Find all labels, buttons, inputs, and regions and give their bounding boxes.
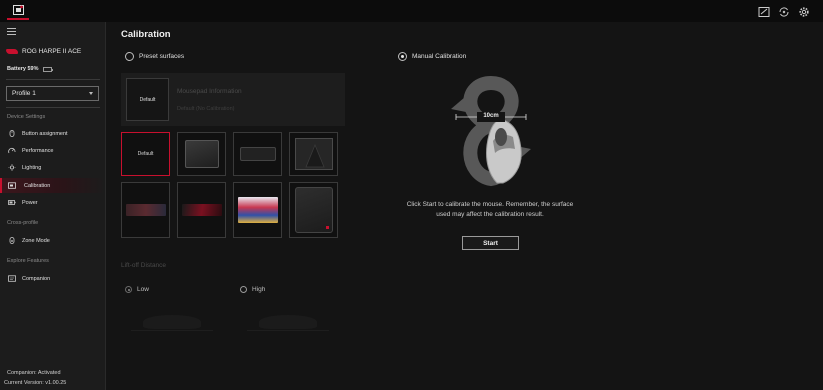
radio-circle (125, 52, 134, 61)
sidebar-item-label: Performance (22, 147, 54, 154)
sidebar: ROG HARPE II ACE Battery 59% Profile 1 D… (0, 22, 106, 390)
sidebar-item-performance[interactable]: Performance (0, 143, 105, 158)
section-device-settings: Device Settings (7, 114, 46, 120)
title-bar (0, 0, 823, 22)
settings-gear-icon[interactable] (798, 5, 810, 17)
lighting-icon (8, 164, 16, 171)
calibration-illustration: 10cm (441, 75, 541, 189)
mousepad-image (294, 138, 333, 170)
mousepad-image (294, 187, 333, 233)
mouse-icon (9, 130, 15, 137)
mousepad-image (239, 147, 276, 161)
liftoff-high-radio[interactable]: High (240, 286, 265, 293)
surface-tile-3[interactable] (233, 132, 282, 176)
battery-status: Battery 59% (7, 66, 53, 72)
liftoff-high-label: High (252, 286, 266, 293)
sidebar-item-label: Companion (22, 275, 51, 282)
mousepad-image (184, 140, 219, 168)
rog-logo-icon (6, 49, 18, 54)
battery-icon (8, 200, 16, 205)
page-title: Calibration (121, 29, 171, 40)
manual-calibration-radio[interactable]: Manual Calibration (398, 52, 466, 61)
main-content: Calibration Preset surfaces Manual Calib… (107, 22, 823, 390)
mousepad-image (125, 204, 166, 216)
liftoff-high-illustration (247, 315, 329, 331)
sidebar-item-zone-mode[interactable]: Zone Mode (0, 233, 105, 248)
sidebar-item-power[interactable]: Power (0, 195, 105, 210)
sidebar-item-lighting[interactable]: Lighting (0, 160, 105, 175)
rog-armoury-icon[interactable] (7, 2, 29, 20)
sidebar-item-label: Lighting (22, 164, 42, 171)
start-button[interactable]: Start (462, 236, 519, 250)
mousepad-information-panel: Default Mousepad Information Default (No… (121, 73, 345, 126)
surface-tile-default[interactable]: Default (121, 132, 170, 176)
preset-surfaces-radio[interactable]: Preset surfaces (125, 52, 184, 61)
device-name: ROG HARPE II ACE (22, 48, 82, 55)
zone-mode-icon (9, 237, 15, 244)
calibration-icon (8, 182, 16, 189)
version-text: Current Version: v1.00.25 (4, 380, 67, 386)
sidebar-item-label: Button assignment (22, 130, 68, 137)
surface-tile-4[interactable] (289, 132, 338, 176)
section-explore-features: Explore Features (7, 258, 49, 264)
battery-label: Battery 59% (7, 66, 39, 72)
surface-tile-5[interactable] (121, 182, 170, 238)
mousepad-thumbnail: Default (126, 78, 169, 121)
surface-tile-8[interactable] (289, 182, 338, 238)
radio-circle (125, 286, 132, 293)
battery-level-icon (42, 66, 53, 72)
liftoff-low-label: Low (137, 286, 149, 293)
surface-tile-2[interactable] (177, 132, 226, 176)
companion-status: Companion: Activated (7, 370, 61, 376)
profile-dropdown[interactable]: Profile 1 (6, 86, 99, 101)
liftoff-low-radio[interactable]: Low (125, 286, 149, 293)
sidebar-item-label: Calibration (24, 182, 51, 189)
sidebar-item-button-assignment[interactable]: Button assignment (0, 126, 105, 141)
gauge-icon (8, 147, 16, 154)
radio-circle (240, 286, 247, 293)
menu-icon[interactable] (7, 28, 16, 35)
chevron-down-icon (89, 92, 93, 95)
sidebar-item-label: Power (22, 199, 38, 206)
mousepad-image (181, 204, 222, 216)
preset-surfaces-label: Preset surfaces (139, 53, 185, 60)
sync-icon[interactable] (778, 5, 790, 17)
liftoff-distance-label: Lift-off Distance (121, 262, 167, 269)
liftoff-low-illustration (131, 315, 213, 331)
sidebar-item-calibration[interactable]: Calibration (0, 178, 105, 193)
calibration-instruction: Click Start to calibrate the mouse. Reme… (406, 201, 574, 218)
manual-calibration-label: Manual Calibration (412, 53, 467, 60)
profile-selected: Profile 1 (12, 90, 36, 97)
section-cross-profile: Cross-profile (7, 220, 39, 226)
mousepad-info-title: Mousepad Information (177, 88, 242, 95)
companion-icon (8, 275, 16, 282)
surface-tile-7[interactable] (233, 182, 282, 238)
radio-circle (398, 52, 407, 61)
photo-edit-icon[interactable] (758, 5, 770, 17)
sidebar-item-label: Zone Mode (22, 237, 50, 244)
divider (6, 107, 100, 108)
mousepad-info-subtitle: Default (No Calibration) (177, 106, 235, 112)
surface-tile-6[interactable] (177, 182, 226, 238)
device-header: ROG HARPE II ACE (6, 48, 81, 55)
divider (6, 79, 100, 80)
sidebar-item-companion[interactable]: Companion (0, 271, 105, 286)
distance-label: 10cm (483, 113, 499, 119)
mousepad-logo-icon (325, 226, 329, 229)
mousepad-image (237, 197, 278, 223)
